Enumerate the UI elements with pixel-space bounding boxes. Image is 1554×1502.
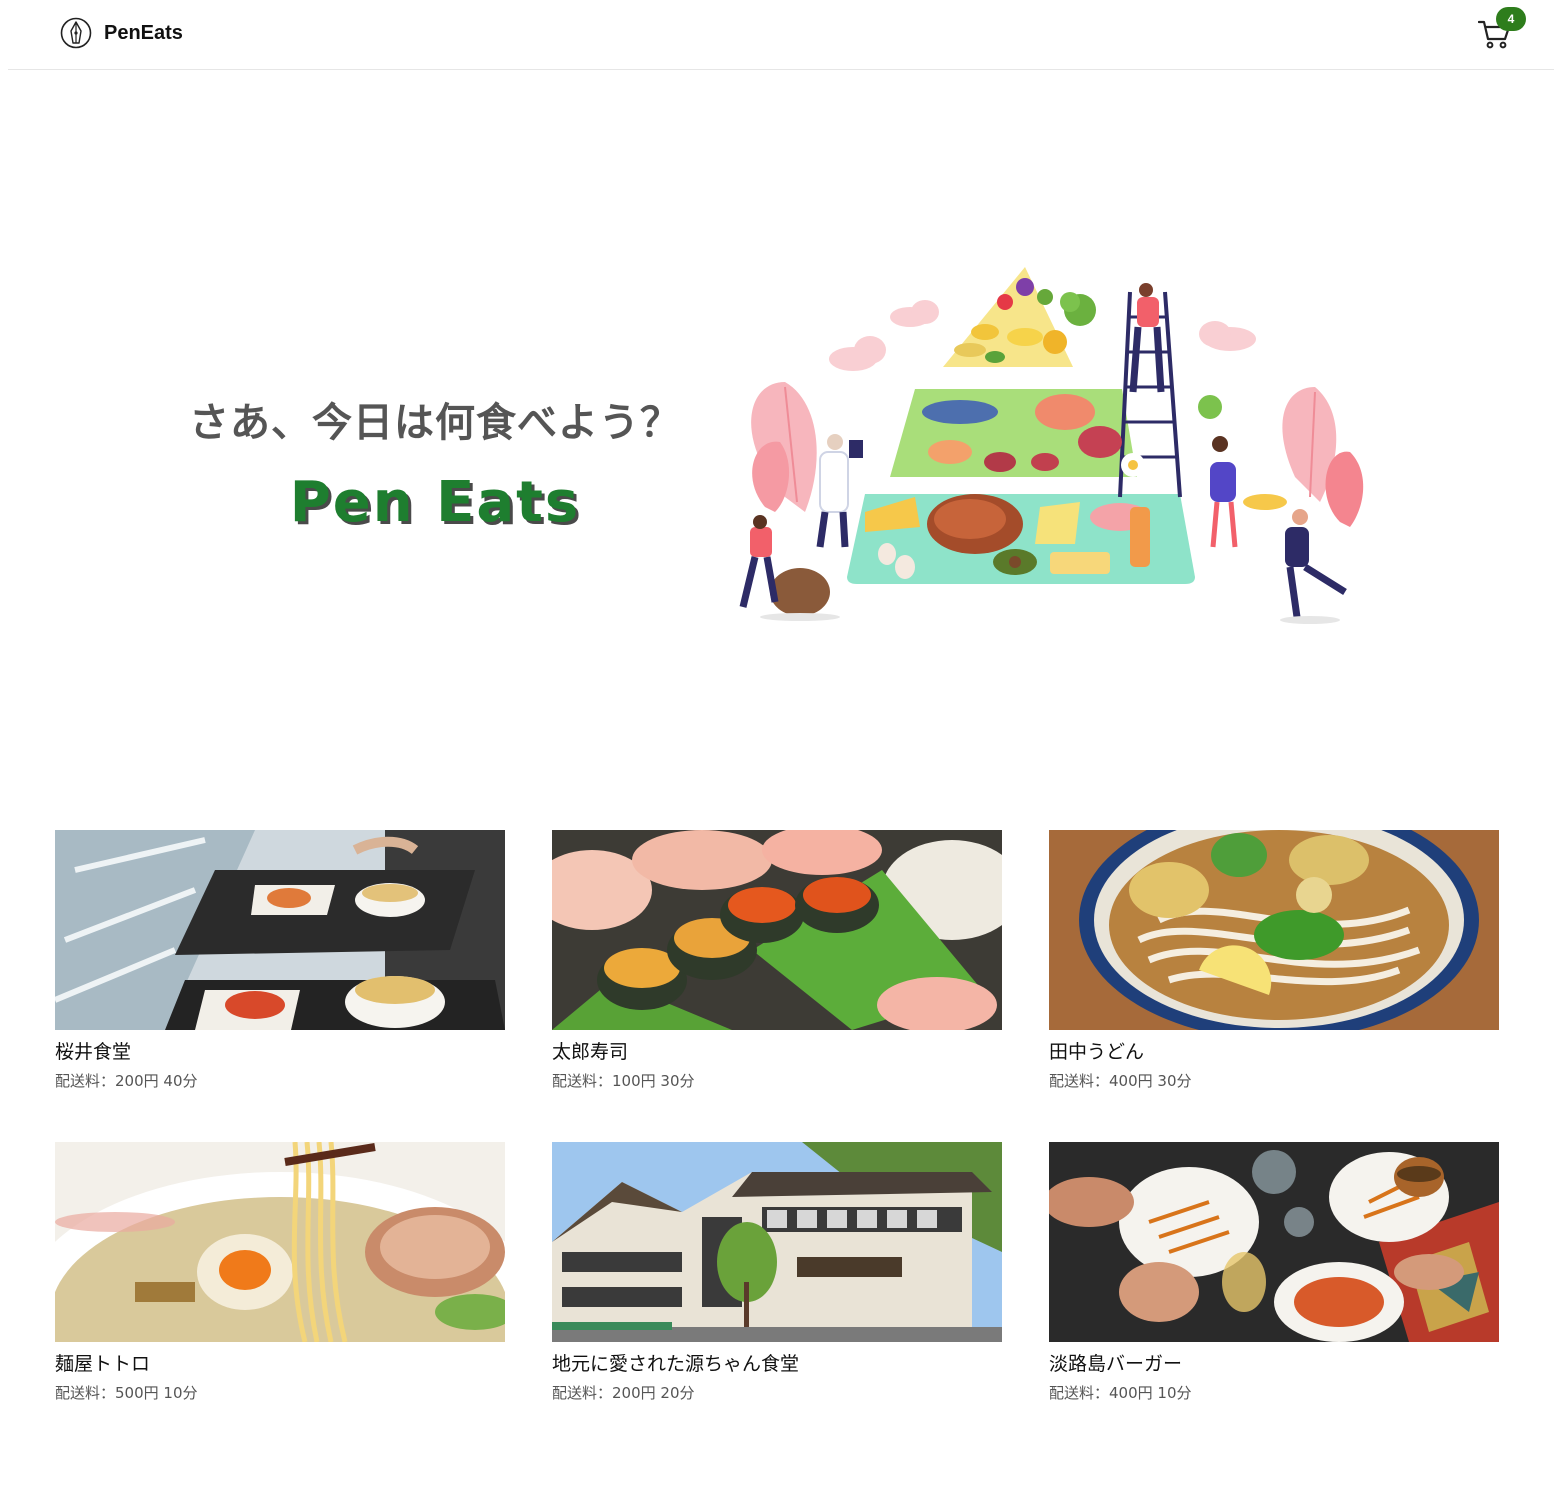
ramen-bowl-photo: [55, 1142, 505, 1342]
restaurant-card[interactable]: 田中うどん 配送料：400円 30分: [1049, 830, 1499, 1091]
top-navbar: PenEats 4: [8, 0, 1554, 70]
brand-name: PenEats: [104, 21, 183, 44]
sushi-platter-photo: [552, 830, 1002, 1030]
cart-count-badge: 4: [1496, 7, 1526, 31]
hero-brand-logo: Pen Eats: [289, 470, 581, 535]
restaurant-card[interactable]: 太郎寿司 配送料：100円 30分: [552, 830, 1002, 1091]
cart-button[interactable]: 4: [1476, 7, 1526, 52]
restaurant-card[interactable]: 麺屋トトロ 配送料：500円 10分: [55, 1142, 505, 1403]
delivery-info: 配送料：200円 40分: [55, 1072, 198, 1090]
restaurant-name: 淡路島バーガー: [1049, 1353, 1183, 1375]
restaurant-card[interactable]: 地元に愛された源ちゃん食堂 配送料：200円 20分: [552, 1142, 1002, 1403]
restaurant-card[interactable]: 淡路島バーガー 配送料：400円 10分: [1049, 1142, 1499, 1403]
restaurant-building-photo: [552, 1142, 1002, 1342]
restaurant-name: 太郎寿司: [552, 1041, 629, 1063]
delivery-info: 配送料：500円 10分: [55, 1384, 198, 1402]
udon-bowl-photo: [1049, 830, 1499, 1030]
fountain-pen-nib-icon: [60, 17, 92, 49]
food-pyramid-illustration: [739, 267, 1364, 624]
restaurant-name: 田中うどん: [1049, 1041, 1145, 1063]
cafeteria-trays-photo: [55, 830, 505, 1030]
restaurant-card[interactable]: 桜井食堂 配送料：200円 40分: [55, 830, 505, 1091]
delivery-info: 配送料：400円 30分: [1049, 1072, 1192, 1090]
restaurant-name: 麺屋トトロ: [55, 1353, 151, 1375]
restaurant-name: 桜井食堂: [55, 1041, 132, 1063]
delivery-info: 配送料：200円 20分: [552, 1384, 695, 1402]
delivery-info: 配送料：400円 10分: [1049, 1384, 1192, 1402]
restaurant-name: 地元に愛された源ちゃん食堂: [552, 1353, 800, 1375]
delivery-info: 配送料：100円 30分: [552, 1072, 695, 1090]
brand-home-link[interactable]: PenEats: [60, 17, 183, 49]
burger-table-photo: [1049, 1142, 1499, 1342]
hero-title: さあ、今日は何食べよう？: [189, 400, 681, 446]
